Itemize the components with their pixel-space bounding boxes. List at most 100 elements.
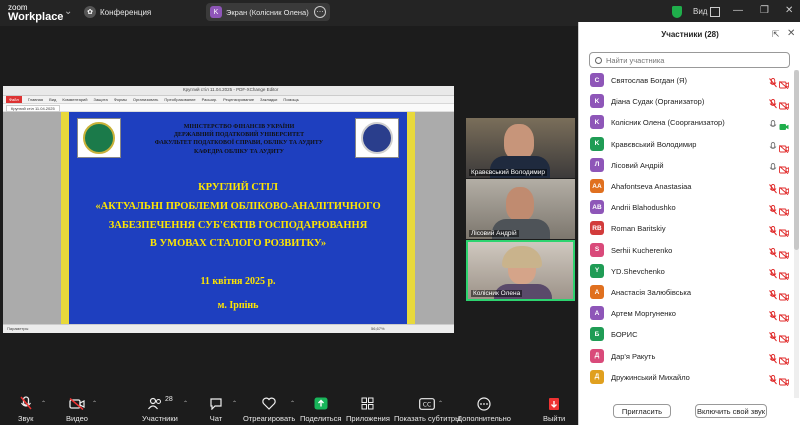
react-options-caret[interactable]: ⌃ (290, 400, 295, 407)
audio-options-caret[interactable]: ⌃ (41, 400, 46, 407)
participant-row[interactable]: А Артем Моргуненко (579, 303, 793, 324)
security-shield-icon[interactable] (672, 6, 682, 18)
mic-muted-icon[interactable] (769, 96, 777, 109)
ribbon-tab[interactable]: Комментарий (62, 96, 87, 103)
ribbon-tab[interactable]: Организовать (133, 96, 159, 103)
search-input[interactable] (606, 55, 776, 65)
chevron-down-icon[interactable]: ⌄ (64, 6, 72, 17)
chat-options-caret[interactable]: ⌃ (232, 400, 237, 407)
screen-share-indicator[interactable]: K Экран (Колісник Олена) ⋯ (206, 3, 330, 21)
ribbon-tab[interactable]: Помощь (283, 96, 298, 103)
leave-button[interactable]: Выйти (543, 396, 565, 423)
camera-off-icon[interactable] (779, 309, 789, 323)
mic-muted-icon[interactable] (769, 287, 777, 300)
camera-off-icon[interactable] (779, 288, 789, 302)
mic-muted-icon[interactable] (769, 372, 777, 385)
mic-icon[interactable] (769, 117, 777, 128)
participant-row[interactable]: AB Andrii Blahodushko (579, 197, 793, 218)
camera-off-icon[interactable] (779, 267, 789, 280)
mic-muted-icon[interactable] (769, 202, 777, 215)
close-icon[interactable]: ✕ (787, 28, 795, 39)
event-date: 11 квітня 2025 р. (200, 276, 276, 287)
participant-row[interactable]: Д Дар'я Ракуть (579, 346, 793, 367)
close-window-icon[interactable]: ✕ (785, 5, 793, 16)
chat-button[interactable]: Чат (209, 396, 223, 423)
video-button[interactable]: Видео (66, 396, 88, 423)
popout-icon[interactable]: ⇱ (772, 29, 780, 40)
video-tile[interactable]: Кравєвський Володимир (466, 118, 575, 178)
mic-icon[interactable] (769, 139, 777, 149)
camera-off-icon[interactable] (779, 76, 789, 90)
ribbon-tab[interactable]: Рецензирование (223, 96, 254, 103)
audio-button[interactable]: Звук (18, 396, 33, 423)
participant-row[interactable]: K Діана Судак (Организатор) (579, 91, 793, 112)
participant-row[interactable]: Б БОРИС (579, 324, 793, 345)
participant-row[interactable]: С Святослав Богдан (Я) (579, 70, 793, 91)
participant-row[interactable]: Y YD.Shevchenko (579, 261, 793, 282)
conference-info-button[interactable]: ✿ Конференция (84, 6, 151, 18)
share-button[interactable]: Поделиться (300, 396, 341, 423)
view-button[interactable]: Вид (693, 7, 707, 16)
ribbon-tab[interactable]: Закладки (260, 96, 277, 103)
camera-off-icon[interactable] (779, 330, 789, 344)
restore-icon[interactable]: ❐ (760, 5, 769, 16)
participant-row[interactable]: S Serhii Kucherenko (579, 240, 793, 261)
video-tile-active-speaker[interactable]: Колісник Олена (466, 240, 575, 301)
camera-off-icon[interactable] (779, 182, 789, 196)
more-button[interactable]: Дополнительно (457, 396, 511, 423)
ribbon-tab[interactable]: Файл (6, 96, 22, 103)
apps-button[interactable]: Приложения (346, 396, 390, 423)
mic-muted-icon[interactable] (769, 75, 777, 88)
more-icon[interactable]: ⋯ (314, 6, 326, 18)
captions-button[interactable]: CC Показать субтитры (394, 396, 460, 423)
video-tile[interactable]: Лісовий Андрій (466, 179, 575, 239)
more-icon (477, 396, 491, 411)
mic-muted-icon[interactable] (769, 308, 777, 321)
camera-on-icon[interactable] (779, 118, 789, 131)
mic-muted-icon[interactable] (769, 245, 777, 257)
mic-muted-icon[interactable] (769, 266, 777, 279)
participant-row[interactable]: K Колісник Олена (Соорганизатор) (579, 112, 793, 133)
participant-row[interactable]: AA Ahafontseva Anastasiaa (579, 176, 793, 197)
participant-row[interactable]: Л Лісовий Андрій (579, 155, 793, 176)
video-options-caret[interactable]: ⌃ (92, 400, 97, 407)
participant-row[interactable]: K Кравєвський Володимир (579, 134, 793, 155)
mic-muted-icon[interactable] (769, 223, 777, 236)
participant-row[interactable]: RB Roman Baritskiy (579, 218, 793, 239)
mic-muted-icon[interactable] (769, 181, 777, 194)
ribbon-tab[interactable]: Расшир. (202, 96, 218, 103)
camera-off-icon[interactable] (779, 161, 789, 174)
minimize-icon[interactable]: — (733, 5, 743, 16)
ribbon-tab[interactable]: Главная (28, 96, 43, 103)
react-button[interactable]: Отреагировать (243, 396, 295, 423)
captions-label: Показать субтитры (394, 414, 461, 423)
scroll-thumb[interactable] (794, 70, 799, 250)
camera-off-icon[interactable] (779, 97, 789, 111)
camera-off-icon[interactable] (779, 373, 789, 386)
unmute-self-button[interactable]: Включить свой звук (695, 404, 767, 418)
ribbon-tab[interactable]: Преобразование (164, 96, 195, 103)
invite-button[interactable]: Пригласить (613, 404, 671, 418)
participants-options-caret[interactable]: ⌃ (183, 400, 188, 407)
mic-icon[interactable] (769, 160, 777, 170)
more-label: Дополнительно (457, 414, 511, 423)
camera-off-icon[interactable] (779, 203, 789, 217)
ribbon-tab[interactable]: Вид (49, 96, 56, 103)
camera-off-icon[interactable] (779, 224, 789, 238)
camera-off-icon[interactable] (779, 140, 789, 153)
captions-options-caret[interactable]: ⌃ (438, 400, 443, 407)
ribbon-tab[interactable]: Формы (114, 96, 127, 103)
participant-row[interactable]: Д Дружинський Михайло (579, 367, 793, 388)
participants-list[interactable]: С Святослав Богдан (Я) K Діана Судак (Орган… (579, 70, 793, 398)
participant-row[interactable]: А Анастасія Залюбівська (579, 282, 793, 303)
participant-search[interactable] (589, 52, 790, 68)
mic-muted-icon[interactable] (769, 351, 777, 363)
ribbon-tab[interactable]: Защита (94, 96, 108, 103)
camera-off-icon[interactable] (779, 352, 789, 365)
mic-muted-icon[interactable] (769, 329, 777, 342)
mic-muted-icon (20, 396, 32, 410)
camera-off-icon[interactable] (779, 246, 789, 259)
view-grid-icon[interactable] (710, 7, 720, 17)
participants-scrollbar[interactable] (794, 70, 799, 398)
participants-button[interactable]: 28 Участники (142, 396, 178, 423)
